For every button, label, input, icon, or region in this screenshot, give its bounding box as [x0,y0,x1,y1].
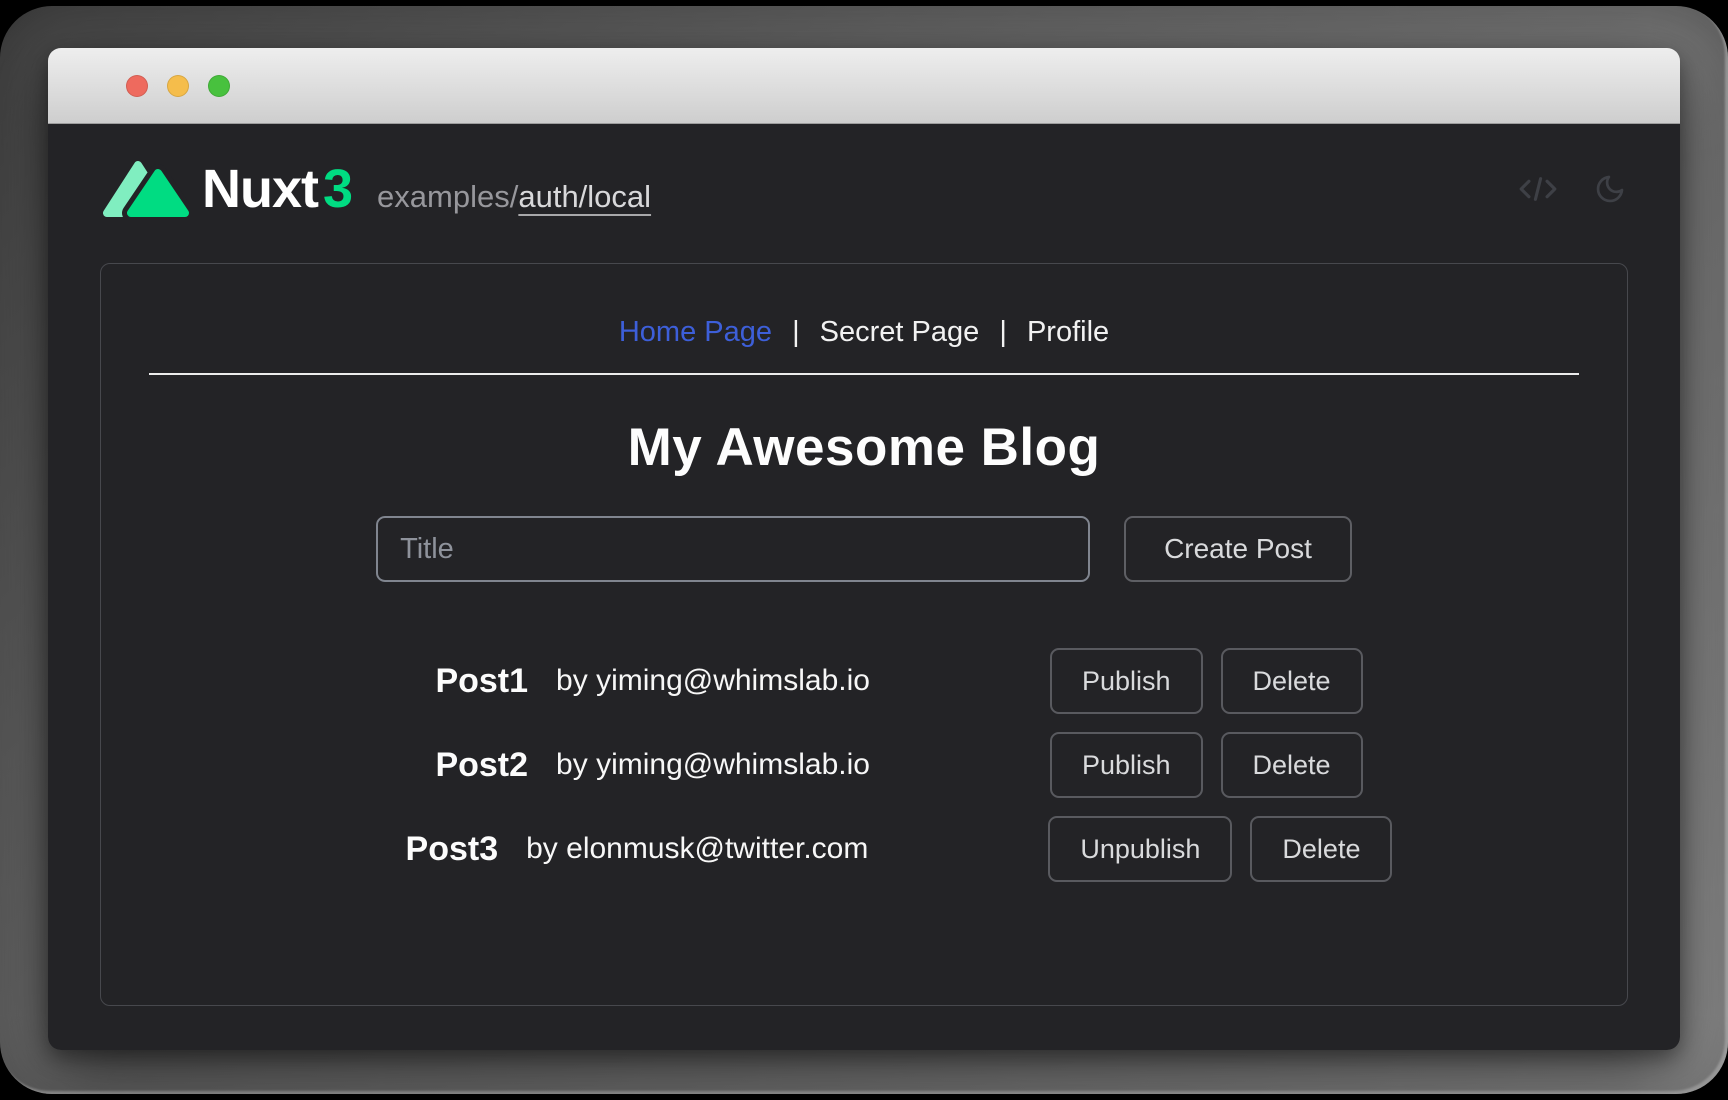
title-input[interactable] [376,516,1090,582]
moon-icon[interactable] [1594,173,1626,205]
post-author: by yiming@whimslab.io [556,748,870,782]
post-actions: Unpublish Delete [1048,816,1392,882]
post-author: by yiming@whimslab.io [556,664,870,698]
post-row: Post3 by elonmusk@twitter.com Unpublish … [171,816,1627,882]
breadcrumb: examples/auth/local [377,179,651,215]
browser-window: Nuxt 3 examples/auth/local Home Page [48,48,1680,1050]
nav-separator: | [792,316,800,348]
zoom-button[interactable] [208,75,230,97]
post-author: by elonmusk@twitter.com [526,832,868,866]
delete-button[interactable]: Delete [1221,648,1363,714]
nav-link-secret-page[interactable]: Secret Page [820,316,980,348]
post-actions: Publish Delete [1050,648,1363,714]
brand-name: Nuxt [202,158,318,220]
post-title: Post3 [406,830,499,869]
window-titlebar[interactable] [48,48,1680,124]
breadcrumb-prefix: examples/ [377,179,518,214]
breadcrumb-link[interactable]: auth/local [518,179,651,214]
app-header: Nuxt 3 examples/auth/local [48,124,1680,220]
page-content: Nuxt 3 examples/auth/local Home Page [48,124,1680,1050]
nuxt-logo-icon [100,158,190,220]
nav-separator: | [999,316,1007,348]
delete-button[interactable]: Delete [1250,816,1392,882]
nav-link-profile[interactable]: Profile [1027,316,1109,348]
post-row: Post2 by yiming@whimslab.io Publish Dele… [171,732,1627,798]
publish-button[interactable]: Publish [1050,732,1203,798]
header-icons [1516,173,1626,205]
post-title: Post2 [435,746,528,785]
brand-version: 3 [323,158,353,220]
create-post-button[interactable]: Create Post [1124,516,1352,582]
app-container: Home Page | Secret Page | Profile My Awe… [100,263,1628,1006]
post-row: Post1 by yiming@whimslab.io Publish Dele… [171,648,1627,714]
window-controls [126,75,230,97]
publish-button[interactable]: Publish [1050,648,1203,714]
page-nav: Home Page | Secret Page | Profile [101,316,1627,349]
page-title: My Awesome Blog [101,417,1627,478]
create-post-form: Create Post [101,516,1627,582]
post-list: Post1 by yiming@whimslab.io Publish Dele… [101,648,1627,882]
close-button[interactable] [126,75,148,97]
delete-button[interactable]: Delete [1221,732,1363,798]
nav-divider [149,373,1579,375]
minimize-button[interactable] [167,75,189,97]
unpublish-button[interactable]: Unpublish [1048,816,1232,882]
post-actions: Publish Delete [1050,732,1363,798]
post-title: Post1 [435,662,528,701]
brand: Nuxt 3 examples/auth/local [202,158,651,220]
nav-link-home-page[interactable]: Home Page [619,316,772,348]
code-icon[interactable] [1516,173,1560,205]
